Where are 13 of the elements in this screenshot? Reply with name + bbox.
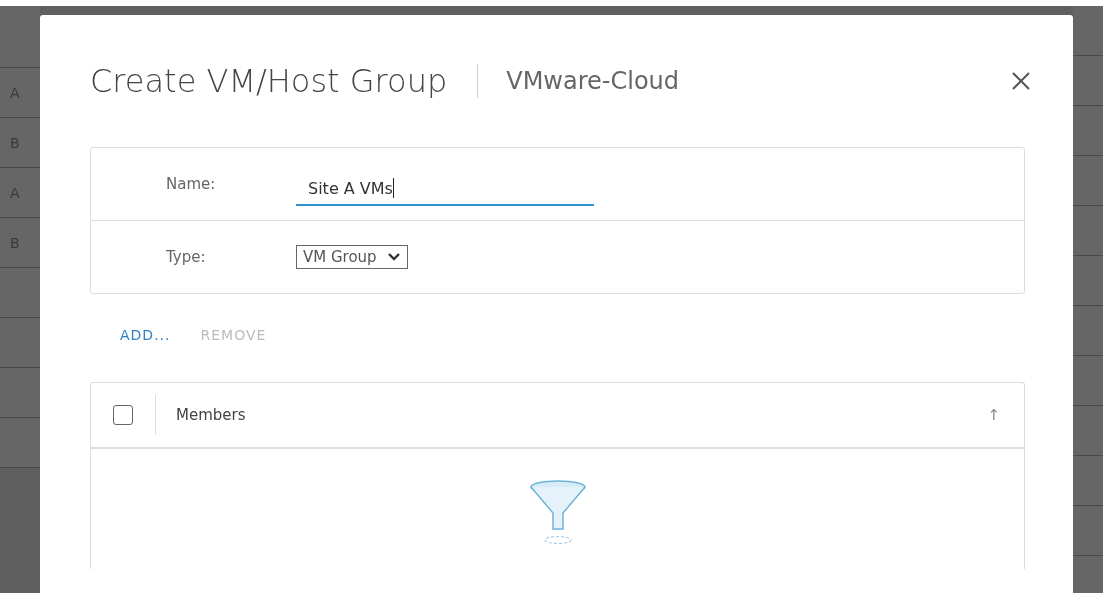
action-link[interactable]: ADD... — [120, 326, 171, 344]
column-header[interactable]: Members — [176, 406, 246, 424]
close-icon — [1011, 71, 1031, 91]
select-all-checkbox[interactable] — [113, 405, 133, 425]
sort-arrow[interactable]: ↑ — [987, 406, 1000, 424]
field-label: Name: — [165, 175, 217, 193]
close-button[interactable] — [1011, 71, 1031, 91]
dialog-title: Create VM/Host Group — [90, 62, 448, 100]
type-dropdown[interactable]: VM Group — [296, 245, 408, 269]
name-field[interactable]: Site A VMs — [296, 172, 594, 206]
chevron-down-icon — [386, 252, 401, 262]
field-label: Type: — [165, 248, 207, 266]
dialog-subtitle: VMware-Cloud — [506, 67, 679, 95]
